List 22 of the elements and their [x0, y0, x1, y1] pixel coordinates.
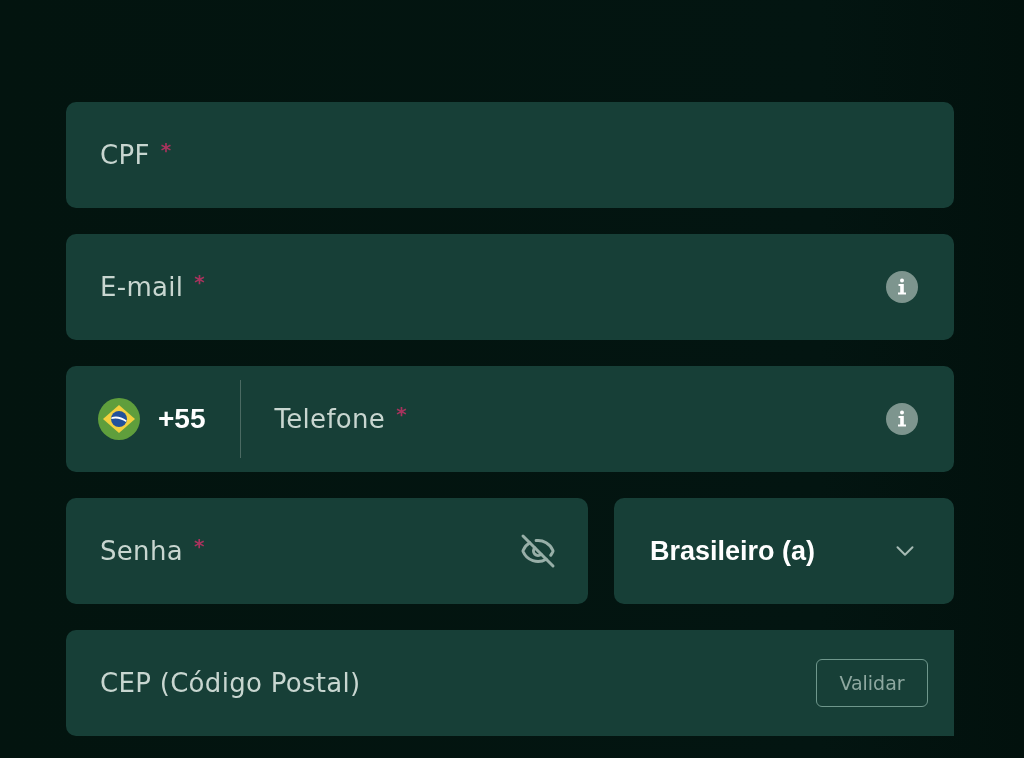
field-label: CPF — [100, 140, 150, 170]
validate-button[interactable]: Validar — [816, 659, 928, 707]
country-code-button[interactable]: +55 — [98, 398, 206, 440]
select-field[interactable]: Brasileiro (a) — [614, 498, 954, 604]
required-asterisk: * — [160, 138, 172, 162]
input-field[interactable]: E-mail * — [66, 234, 954, 340]
required-asterisk: * — [194, 270, 205, 294]
info-icon[interactable] — [886, 403, 918, 435]
info-icon[interactable] — [886, 271, 918, 303]
field-label: Senha — [100, 536, 183, 566]
phone-field[interactable]: +55 Telefone * — [66, 366, 954, 472]
field-label: E-mail — [100, 272, 184, 302]
input-field[interactable]: CPF * — [66, 102, 954, 208]
flag-icon — [98, 398, 140, 440]
eye-slash-icon[interactable] — [520, 533, 556, 569]
select-value: Brasileiro (a) — [650, 535, 816, 567]
field-label: Telefone — [274, 404, 386, 434]
password-field[interactable]: Senha * — [66, 498, 588, 604]
input-field[interactable]: CEP (Código Postal) Validar — [66, 630, 954, 736]
required-asterisk: * — [193, 534, 205, 558]
field-label: CEP (Código Postal) — [100, 668, 361, 698]
required-asterisk: * — [396, 402, 407, 426]
